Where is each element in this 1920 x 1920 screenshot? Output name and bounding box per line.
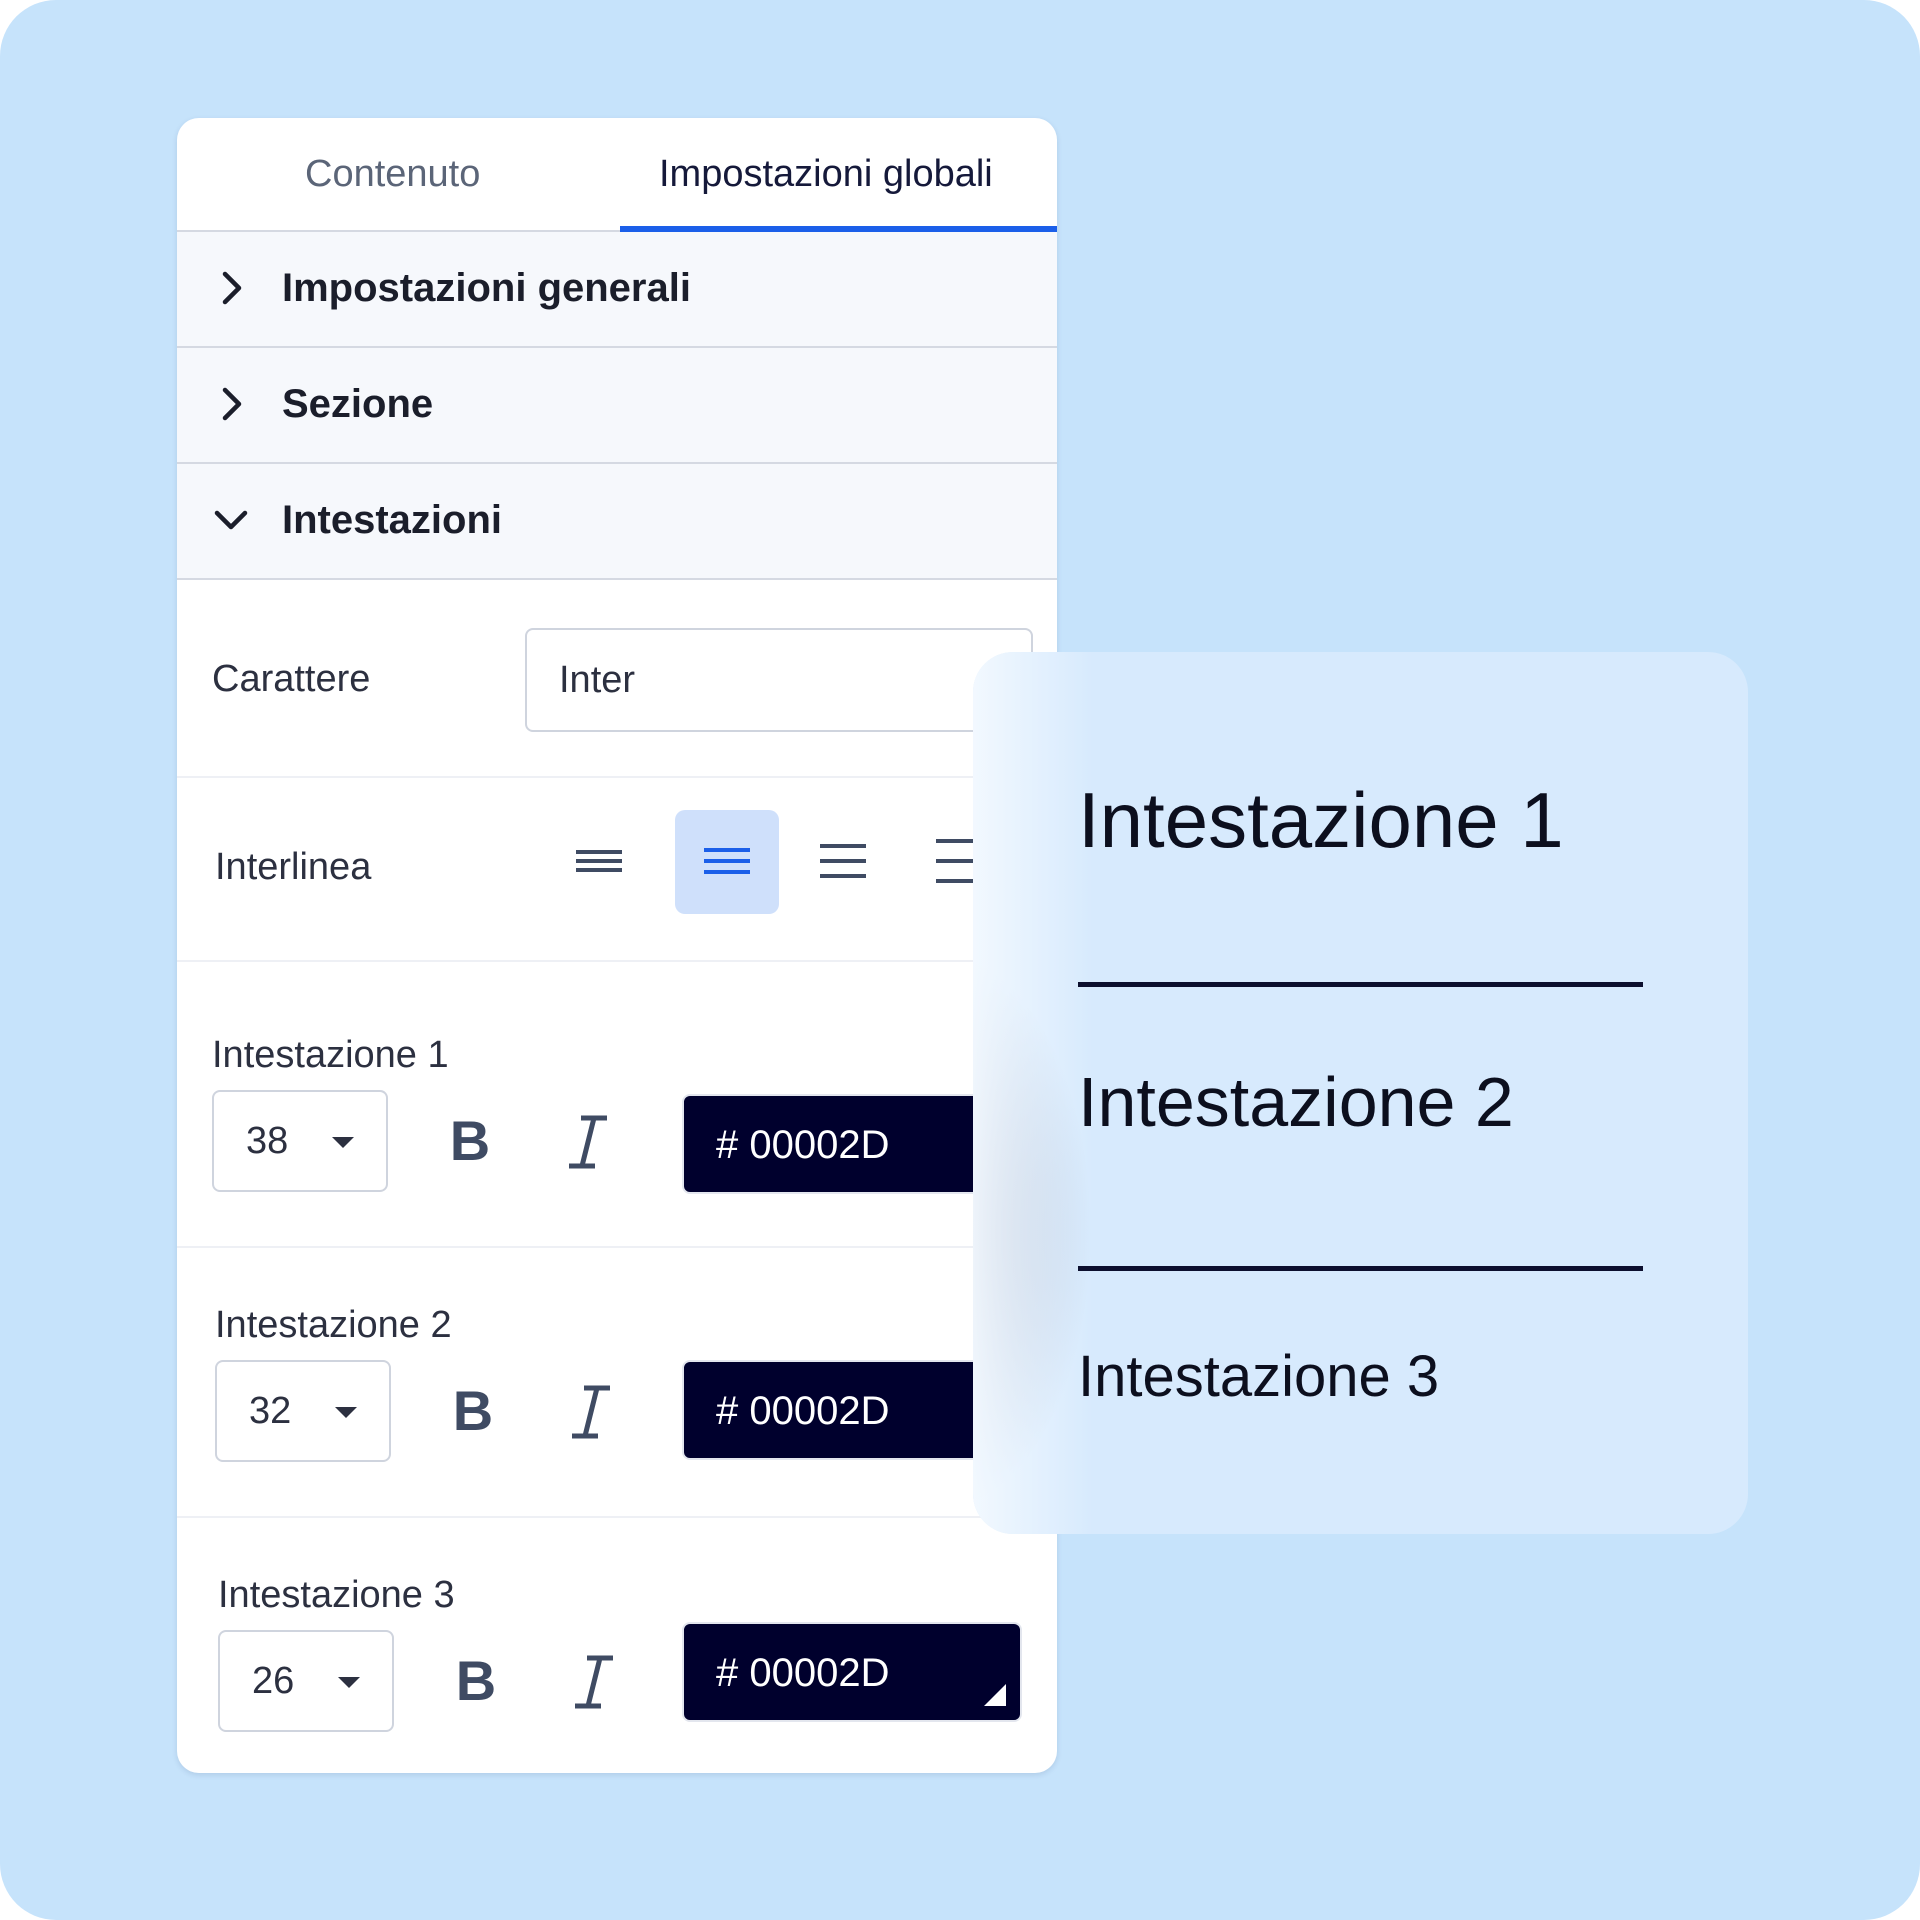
heading-1-color-value: # 00002D	[716, 1123, 890, 1167]
tab-impostazioni-globali[interactable]: Impostazioni globali	[659, 146, 993, 202]
heading-3-size-select[interactable]: 26	[218, 1630, 394, 1732]
heading-3-color-input[interactable]: # 00002D	[682, 1622, 1022, 1722]
font-select-value: Inter	[559, 659, 636, 701]
accordion-label: Sezione	[282, 382, 434, 426]
line-spacing-compact-icon	[576, 850, 622, 872]
accordion-label: Impostazioni generali	[282, 266, 691, 310]
canvas-background: Contenuto Impostazioni globali Impostazi…	[0, 0, 1920, 1920]
chevron-right-icon	[222, 387, 242, 421]
font-label: Carattere	[212, 658, 371, 700]
heading-2-italic-button[interactable]	[556, 1376, 626, 1446]
heading-2-settings: Intestazione 2 32 B # 00002D	[177, 1248, 1057, 1518]
italic-icon	[575, 1655, 613, 1709]
dropdown-caret-icon	[332, 1137, 354, 1148]
heading-2-size-value: 32	[249, 1390, 292, 1432]
line-spacing-normal-icon	[704, 848, 750, 874]
font-setting-row: Carattere Inter	[177, 580, 1057, 778]
preview-glass-edge	[973, 652, 1093, 1534]
line-spacing-row: Interlinea	[177, 778, 1057, 962]
heading-1-settings: Intestazione 1 38 B # 00002D	[177, 962, 1057, 1248]
accordion-impostazioni-generali[interactable]: Impostazioni generali	[177, 232, 1057, 348]
resize-handle-icon[interactable]	[984, 1684, 1006, 1706]
heading-3-italic-button[interactable]	[559, 1646, 629, 1716]
accordion-label: Intestazioni	[282, 498, 503, 542]
chevron-right-icon	[222, 271, 242, 305]
chevron-down-icon	[214, 510, 248, 530]
italic-icon	[572, 1385, 610, 1439]
heading-3-settings: Intestazione 3 26 B # 00002D	[177, 1518, 1057, 1773]
font-select[interactable]: Inter	[525, 628, 1033, 732]
heading-1-size-select[interactable]: 38	[212, 1090, 388, 1192]
heading-1-bold-button[interactable]: B	[435, 1106, 505, 1176]
heading-2-bold-button[interactable]: B	[438, 1376, 508, 1446]
heading-1-italic-button[interactable]	[553, 1106, 623, 1176]
line-spacing-compact-button[interactable]	[547, 810, 651, 914]
heading-2-size-select[interactable]: 32	[215, 1360, 391, 1462]
accordion-intestazioni[interactable]: Intestazioni	[177, 464, 1057, 580]
heading-preview-card: Intestazione 1 Intestazione 2 Intestazio…	[973, 652, 1748, 1534]
dropdown-caret-icon	[335, 1407, 357, 1418]
heading-3-color-value: # 00002D	[716, 1651, 890, 1695]
line-spacing-normal-button[interactable]	[675, 810, 779, 914]
heading-3-label: Intestazione 3	[218, 1574, 455, 1616]
heading-2-label: Intestazione 2	[215, 1304, 452, 1346]
heading-1-color-input[interactable]: # 00002D	[682, 1094, 1022, 1194]
preview-divider	[1078, 982, 1643, 987]
italic-icon	[569, 1115, 607, 1169]
preview-heading-3: Intestazione 3	[1078, 1344, 1440, 1409]
preview-divider	[1078, 1266, 1643, 1271]
line-spacing-label: Interlinea	[215, 846, 372, 888]
heading-3-size-value: 26	[252, 1660, 295, 1702]
heading-2-color-value: # 00002D	[716, 1389, 890, 1433]
heading-1-label: Intestazione 1	[212, 1034, 449, 1076]
dropdown-caret-icon	[338, 1677, 360, 1688]
tab-contenuto[interactable]: Contenuto	[305, 146, 480, 202]
tab-bar: Contenuto Impostazioni globali	[177, 118, 1057, 232]
preview-heading-2: Intestazione 2	[1078, 1063, 1514, 1141]
line-spacing-relaxed-button[interactable]	[791, 810, 895, 914]
settings-panel: Contenuto Impostazioni globali Impostazi…	[177, 118, 1057, 1773]
heading-1-size-value: 38	[246, 1120, 289, 1162]
preview-heading-1: Intestazione 1	[1078, 776, 1564, 864]
heading-2-color-input[interactable]: # 00002D	[682, 1360, 1022, 1460]
heading-3-bold-button[interactable]: B	[441, 1646, 511, 1716]
accordion-sezione[interactable]: Sezione	[177, 348, 1057, 464]
line-spacing-relaxed-icon	[820, 844, 866, 878]
